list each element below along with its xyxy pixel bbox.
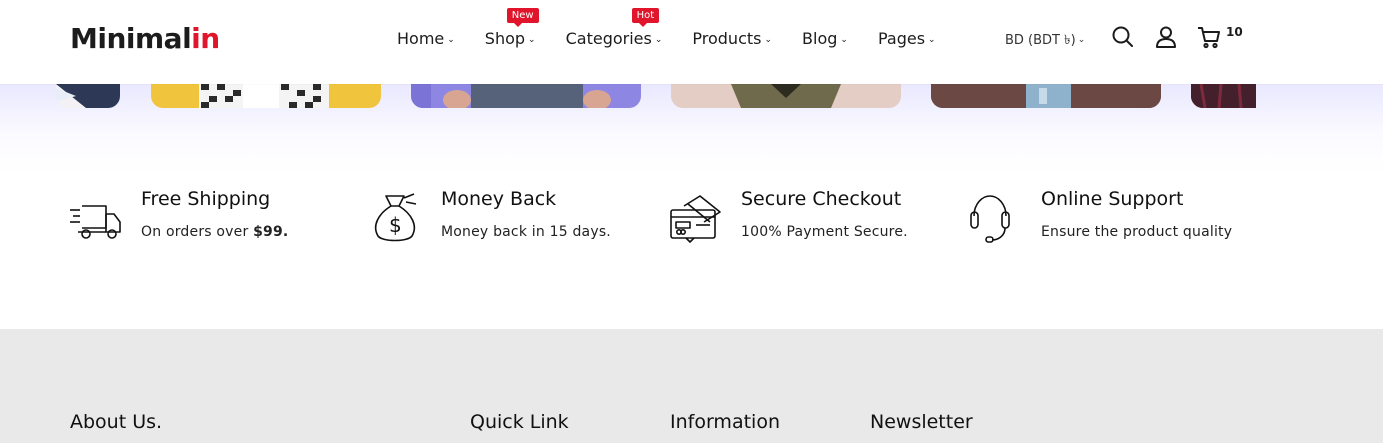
footer-heading-quick-link: Quick Link bbox=[470, 411, 569, 433]
currency-selector[interactable]: BD (BDT ৳) ⌄ bbox=[1005, 31, 1085, 52]
nav-item-pages[interactable]: Pages ⌄ bbox=[878, 29, 936, 48]
footer-heading-information: Information bbox=[670, 411, 780, 433]
category-image-1 bbox=[56, 84, 120, 108]
currency-label: BD (BDT ৳) bbox=[1005, 33, 1076, 48]
category-thumb-3[interactable] bbox=[411, 84, 641, 108]
logo-accent-text: in bbox=[191, 22, 220, 55]
footer-heading-newsletter: Newsletter bbox=[870, 411, 973, 433]
nav-item-categories[interactable]: Hot Categories ⌄ bbox=[565, 8, 663, 48]
category-image-6 bbox=[1191, 84, 1256, 108]
nav-label-blog: Blog bbox=[802, 29, 838, 48]
user-icon[interactable] bbox=[1153, 24, 1179, 50]
category-image-2 bbox=[199, 84, 329, 108]
nav-label-products: Products bbox=[692, 29, 762, 48]
logo-text: Minimal bbox=[70, 22, 192, 55]
nav-label-shop: Shop bbox=[484, 29, 526, 48]
feature-title: Money Back bbox=[441, 188, 557, 210]
feature-subtitle: Money back in 15 days. bbox=[441, 224, 611, 240]
feature-title: Online Support bbox=[1041, 188, 1184, 210]
feature-title: Free Shipping bbox=[141, 188, 271, 210]
category-image-4 bbox=[731, 84, 841, 108]
nav-label-home: Home bbox=[397, 29, 445, 48]
feature-subtitle: 100% Payment Secure. bbox=[741, 224, 908, 240]
nav-item-home[interactable]: Home ⌄ bbox=[397, 29, 455, 48]
nav-item-shop[interactable]: New Shop ⌄ bbox=[484, 8, 539, 48]
chevron-down-icon: ⌄ bbox=[840, 35, 848, 45]
credit-card-icon bbox=[670, 192, 726, 248]
site-footer: About Us. Quick Link Information Newslet… bbox=[0, 329, 1383, 443]
hot-badge: Hot bbox=[631, 8, 660, 27]
chevron-down-icon: ⌄ bbox=[1077, 35, 1086, 45]
category-image-3 bbox=[411, 84, 611, 108]
feature-subtitle: On orders over $99. bbox=[141, 224, 288, 240]
chevron-down-icon: ⌄ bbox=[928, 35, 936, 45]
feature-subtitle-text: On orders over bbox=[141, 224, 254, 240]
nav-item-products[interactable]: Products ⌄ bbox=[692, 29, 772, 48]
feature-subtitle-amount: $99. bbox=[253, 224, 289, 240]
category-thumb-4[interactable] bbox=[671, 84, 901, 108]
chevron-down-icon: ⌄ bbox=[764, 35, 773, 45]
nav-label-categories: Categories bbox=[565, 29, 652, 48]
category-thumb-1[interactable] bbox=[56, 84, 120, 108]
site-logo[interactable]: Minimalin bbox=[70, 22, 220, 55]
footer-heading-about: About Us. bbox=[70, 411, 163, 433]
category-thumb-6[interactable] bbox=[1191, 84, 1256, 108]
cart-icon[interactable] bbox=[1196, 24, 1222, 50]
category-image-5 bbox=[931, 84, 1161, 108]
truck-icon bbox=[70, 196, 126, 252]
chevron-down-icon: ⌄ bbox=[528, 35, 536, 45]
main-nav: Home ⌄ New Shop ⌄ Hot Categories ⌄ Products… bbox=[397, 8, 966, 48]
new-badge: New bbox=[506, 8, 539, 27]
feature-title: Secure Checkout bbox=[741, 188, 902, 210]
nav-item-blog[interactable]: Blog ⌄ bbox=[802, 29, 848, 48]
chevron-down-icon: ⌄ bbox=[447, 35, 455, 45]
cart-count-badge: 10 bbox=[1226, 25, 1243, 39]
category-thumb-5[interactable] bbox=[931, 84, 1161, 108]
nav-label-pages: Pages bbox=[877, 29, 926, 48]
headset-icon bbox=[970, 192, 1026, 248]
feature-subtitle: Ensure the product quality bbox=[1041, 224, 1233, 240]
money-bag-icon: $ bbox=[370, 190, 426, 246]
chevron-down-icon: ⌄ bbox=[654, 35, 663, 45]
site-header: Minimalin Home ⌄ New Shop ⌄ Hot Categories… bbox=[0, 0, 1383, 84]
category-thumb-2[interactable] bbox=[151, 84, 381, 108]
svg-text:$: $ bbox=[389, 213, 402, 237]
search-icon[interactable] bbox=[1110, 24, 1136, 50]
